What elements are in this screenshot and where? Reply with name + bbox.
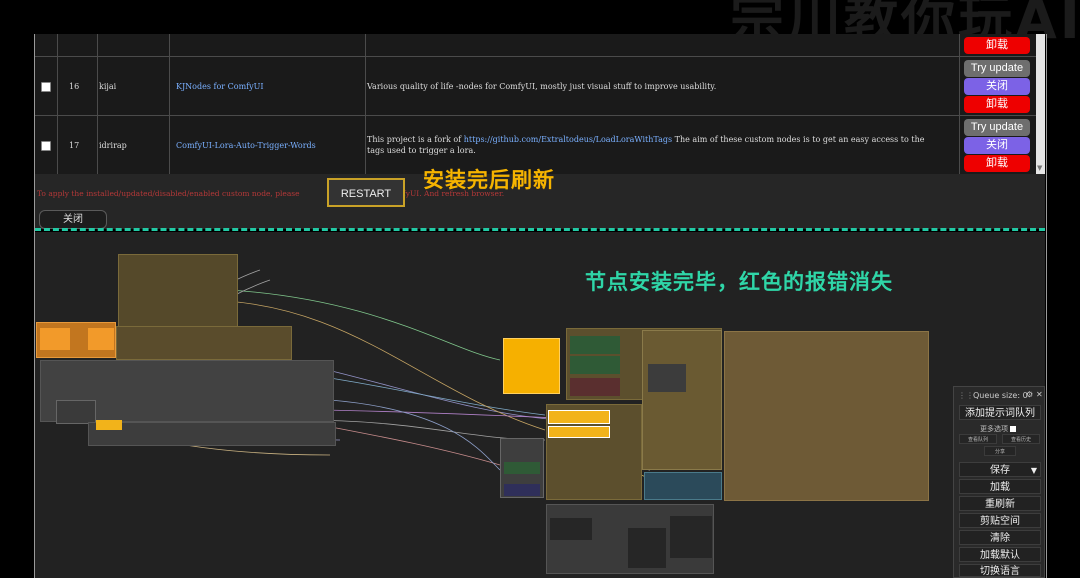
graph-node[interactable] (648, 364, 686, 392)
view-queue-button[interactable]: 查看队列 (959, 434, 997, 444)
load-default-button[interactable]: 加载默认 (959, 547, 1041, 562)
table-row: 卸载 (35, 34, 1036, 57)
row-index: 17 (69, 141, 80, 150)
custom-nodes-manager: 卸载 16 kijai KJNodes for ComfyUI Various … (35, 34, 1045, 229)
extra-options-checkbox[interactable] (1010, 426, 1017, 432)
refresh-button[interactable]: 重刷新 (959, 496, 1041, 511)
annotation-refresh: 安装完后刷新 (423, 168, 555, 192)
graph-node[interactable] (96, 420, 122, 430)
graph-node[interactable] (504, 484, 540, 496)
extra-options-toggle[interactable]: 更多选项 (980, 424, 1017, 434)
row-author: idrirap (99, 141, 127, 150)
graph-node[interactable] (570, 356, 620, 374)
gear-icon[interactable]: ⚙ (1026, 390, 1033, 399)
graph-node-group[interactable] (642, 330, 722, 470)
restart-button[interactable]: RESTART (327, 178, 405, 207)
graph-node-image[interactable] (724, 331, 929, 501)
queue-size: Queue size: 0 (973, 391, 1028, 400)
graph-node[interactable] (550, 518, 592, 540)
table-scrollbar[interactable]: ▼ (1036, 34, 1045, 174)
drag-handle-icon[interactable]: ⋮⋮ (958, 391, 974, 400)
load-button[interactable]: 加载 (959, 479, 1041, 494)
description-link[interactable]: https://github.com/Extraltodeus/LoadLora… (464, 135, 672, 144)
graph-node-group[interactable] (88, 422, 336, 446)
graph-node-group[interactable] (644, 472, 722, 500)
graph-node-group[interactable] (56, 400, 96, 424)
row-description-line2: tags used to trigger a lora. (367, 146, 476, 155)
switch-language-button[interactable]: 切换语言 (959, 564, 1041, 577)
graph-node[interactable] (628, 528, 666, 568)
graph-node[interactable] (40, 328, 70, 350)
close-icon[interactable]: ✕ (1036, 390, 1043, 399)
scroll-down-icon[interactable]: ▼ (1037, 164, 1042, 172)
custom-nodes-table: 卸载 16 kijai KJNodes for ComfyUI Various … (35, 34, 1036, 174)
dashed-divider (35, 228, 1045, 231)
graph-node[interactable] (504, 462, 540, 474)
graph-node-group[interactable] (118, 254, 238, 330)
graph-node[interactable] (670, 516, 712, 558)
queue-prompt-button[interactable]: 添加提示词队列 (959, 405, 1041, 420)
share-button[interactable]: 分享 (984, 446, 1016, 456)
graph-node-selected[interactable] (548, 426, 610, 438)
clipspace-button[interactable]: 剪贴空间 (959, 513, 1041, 528)
close-manager-button[interactable]: 关闭 (39, 210, 107, 229)
graph-node-selected[interactable] (548, 410, 610, 424)
graph-node[interactable] (88, 328, 114, 350)
graph-node-group[interactable] (116, 326, 292, 360)
queue-panel: ⋮⋮ Queue size: 0 ⚙ ✕ 添加提示词队列 更多选项 查看队列 查… (953, 386, 1045, 578)
annotation-nodes-installed: 节点安装完毕，红色的报错消失 (585, 270, 893, 294)
row-checkbox[interactable] (41, 141, 51, 151)
row-node-name-link[interactable]: KJNodes for ComfyUI (176, 82, 264, 91)
graph-node-preview[interactable] (503, 338, 560, 394)
graph-node[interactable] (570, 378, 620, 396)
uninstall-button[interactable]: 卸载 (964, 155, 1030, 172)
uninstall-button[interactable]: 卸载 (964, 37, 1030, 54)
save-button[interactable]: 保存 ▼ (959, 462, 1041, 477)
row-index: 16 (69, 82, 80, 91)
row-node-name-link[interactable]: ComfyUI-Lora-Auto-Trigger-Words (176, 141, 316, 150)
table-row: 16 kijai KJNodes for ComfyUI Various qua… (35, 57, 1036, 116)
graph-node[interactable] (570, 336, 620, 354)
disable-button[interactable]: 关闭 (964, 78, 1030, 95)
row-description: Various quality of life -nodes for Comfy… (367, 82, 717, 91)
try-update-button[interactable]: Try update (964, 119, 1030, 136)
row-author: kijai (99, 82, 117, 91)
row-checkbox[interactable] (41, 82, 51, 92)
view-history-button[interactable]: 查看历史 (1002, 434, 1040, 444)
try-update-button[interactable]: Try update (964, 60, 1030, 77)
clear-button[interactable]: 清除 (959, 530, 1041, 545)
disable-button[interactable]: 关闭 (964, 137, 1030, 154)
chevron-down-icon[interactable]: ▼ (1031, 463, 1037, 478)
row-description: This project is a fork of https://github… (367, 135, 925, 144)
uninstall-button[interactable]: 卸载 (964, 96, 1030, 113)
